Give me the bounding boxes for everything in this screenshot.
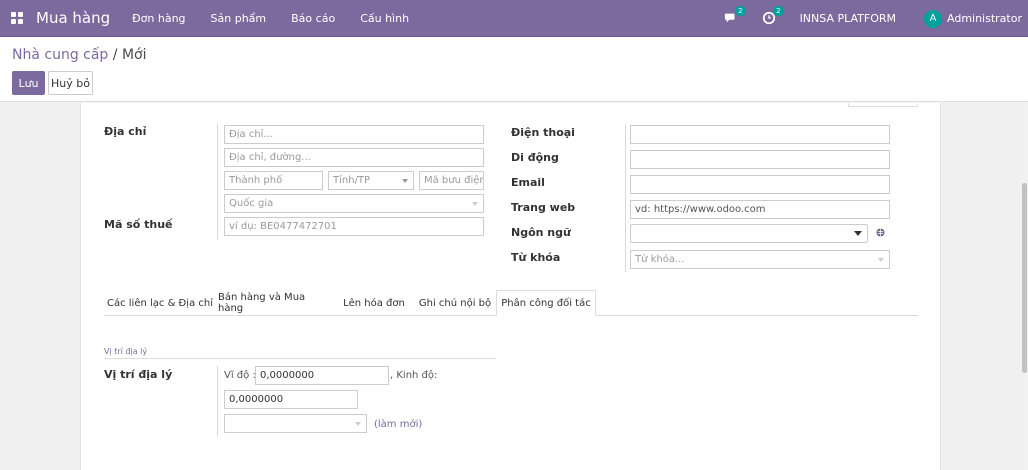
tab-contacts-addresses[interactable]: Các liên lạc & Địa chỉ xyxy=(104,290,216,316)
geo-group-title: Vị trí địa lý xyxy=(104,347,496,359)
email-label: Email xyxy=(511,176,545,189)
language-label: Ngôn ngữ xyxy=(511,226,571,239)
tags-label: Từ khóa xyxy=(511,251,561,264)
activities-icon[interactable]: 2 xyxy=(762,5,784,27)
company-switcher[interactable]: INNSA PLATFORM xyxy=(800,12,896,25)
tab-sales-purchase[interactable]: Bán hàng và Mua hàng xyxy=(218,290,330,316)
page-scrollbar[interactable] xyxy=(1021,103,1028,470)
globe-icon[interactable] xyxy=(876,227,885,237)
chevron-down-icon xyxy=(878,258,884,262)
save-button[interactable]: Lưu xyxy=(12,71,45,95)
language-select[interactable] xyxy=(630,224,868,243)
address-separator xyxy=(217,124,218,239)
messages-icon[interactable]: 2 xyxy=(724,5,746,27)
menu-reports[interactable]: Báo cáo xyxy=(291,12,335,25)
address-label: Địa chỉ xyxy=(104,125,147,138)
country-select[interactable]: Quốc gia xyxy=(224,194,484,213)
top-navbar: Mua hàng Đơn hàng Sản phẩm Báo cáo Cấu h… xyxy=(0,0,1028,37)
chevron-down-icon xyxy=(355,422,361,426)
chevron-down-icon xyxy=(854,231,862,236)
chevron-down-icon xyxy=(402,179,408,183)
menu-configuration[interactable]: Cấu hình xyxy=(360,12,409,25)
phone-input[interactable] xyxy=(630,125,890,144)
menu-products[interactable]: Sản phẩm xyxy=(211,12,267,25)
longitude-label: , Kinh độ: xyxy=(390,370,438,381)
phone-label: Điện thoại xyxy=(511,126,575,139)
chevron-down-icon xyxy=(472,202,478,206)
user-menu[interactable]: Administrator xyxy=(947,12,1022,25)
website-label: Trang web xyxy=(511,201,576,214)
apps-menu-icon[interactable] xyxy=(0,0,34,37)
latitude-input[interactable]: 0,0000000 xyxy=(255,366,389,385)
geo-separator xyxy=(217,366,218,436)
app-name[interactable]: Mua hàng xyxy=(36,9,110,27)
scrollbar-thumb[interactable] xyxy=(1022,183,1027,373)
breadcrumb: Nhà cung cấp / Mới xyxy=(12,47,147,63)
street-input[interactable]: Địa chỉ... xyxy=(224,125,484,144)
breadcrumb-parent[interactable]: Nhà cung cấp xyxy=(12,47,108,63)
control-panel: Nhà cung cấp / Mới Lưu Huỷ bỏ xyxy=(0,37,1028,102)
messages-badge: 2 xyxy=(735,5,746,16)
geo-date-select[interactable] xyxy=(224,414,367,433)
city-input[interactable]: Thành phố xyxy=(224,171,323,190)
discard-button[interactable]: Huỷ bỏ xyxy=(48,71,93,95)
tags-input[interactable]: Từ khóa... xyxy=(630,250,890,269)
breadcrumb-separator: / xyxy=(108,47,122,63)
mobile-input[interactable] xyxy=(630,150,890,169)
country-select-text: Quốc gia xyxy=(229,198,274,209)
vat-label: Mã số thuế xyxy=(104,218,173,231)
activities-badge: 2 xyxy=(773,5,784,16)
vat-input[interactable]: ví dụ: BE0477472701 xyxy=(224,217,484,236)
street2-input[interactable]: Địa chỉ, đường... xyxy=(224,148,484,167)
avatar[interactable]: A xyxy=(924,9,942,28)
menu-orders[interactable]: Đơn hàng xyxy=(132,12,185,25)
website-input[interactable]: vd: https://www.odoo.com xyxy=(630,200,890,219)
tags-input-text: Từ khóa... xyxy=(635,254,685,265)
mobile-label: Di động xyxy=(511,151,559,164)
email-input[interactable] xyxy=(630,175,890,194)
state-select[interactable]: Tỉnh/TP xyxy=(328,171,414,190)
smart-button-box xyxy=(848,103,918,107)
breadcrumb-current: Mới xyxy=(121,47,147,63)
right-fields-separator xyxy=(625,124,626,272)
zip-input[interactable]: Mã bưu điện xyxy=(419,171,484,190)
state-select-text: Tỉnh/TP xyxy=(333,175,371,186)
longitude-input[interactable]: 0,0000000 xyxy=(224,390,358,409)
geo-label: Vị trí địa lý xyxy=(104,368,173,381)
tab-invoicing[interactable]: Lên hóa đơn xyxy=(338,290,410,316)
latitude-label: Vĩ độ : xyxy=(224,370,256,381)
notebook-tabs: Các liên lạc & Địa chỉ Bán hàng và Mua h… xyxy=(104,290,918,316)
tab-partner-assignment[interactable]: Phân công đối tác xyxy=(496,290,596,316)
refresh-geo-link[interactable]: (làm mới) xyxy=(374,419,422,430)
tab-internal-notes[interactable]: Ghi chú nội bộ xyxy=(416,290,494,316)
